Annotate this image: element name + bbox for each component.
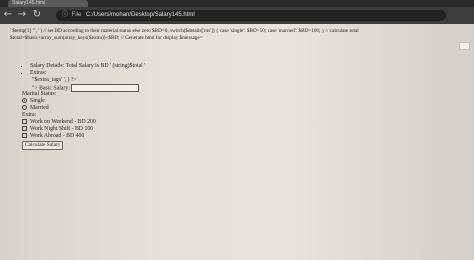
- abroad-checkbox[interactable]: [22, 133, 27, 139]
- php-source-text: ' $temp[1] "', ' ) // set BD according t…: [10, 28, 472, 42]
- tab-title: Salary145.html: [12, 0, 46, 6]
- code-line: ' $temp[1] "', ' ) // set BD according t…: [10, 28, 359, 34]
- basic-salary-input[interactable]: [70, 84, 139, 92]
- address-path: C:/Users/mohan/Desktop/Salary145.html: [86, 12, 195, 18]
- browser-toolbar: ← → ↻ ⓘ File C:/Users/mohan/Desktop/Sala…: [0, 7, 474, 24]
- extra-night-option[interactable]: Work Night Shift - BD 100: [22, 126, 322, 133]
- basic-salary-row: "> Basic Salary:: [22, 84, 322, 92]
- extra-option-label: Work Abroad - BD 400: [30, 133, 85, 139]
- single-label: Single: [30, 98, 45, 104]
- info-icon[interactable]: ⓘ: [60, 10, 70, 21]
- salary-details-item: Salary Details: Total Salary is BD ' (st…: [30, 63, 322, 70]
- extra-abroad-option[interactable]: Work Abroad - BD 400: [22, 133, 322, 140]
- browser-tab[interactable]: Salary145.html: [8, 0, 88, 7]
- single-radio[interactable]: [22, 98, 27, 104]
- salary-form: Salary Details: Total Salary is BD ' (st…: [22, 63, 322, 150]
- married-label: Married: [30, 105, 49, 111]
- extra-option-label: Work on Weekend - BD 200: [30, 119, 96, 125]
- code-line: $total=$basic+array_sum(array_keys($extr…: [10, 35, 203, 41]
- address-scheme: File: [71, 12, 82, 18]
- extra-option-label: Work Night Shift - BD 100: [30, 126, 94, 132]
- forward-icon[interactable]: →: [16, 9, 28, 21]
- married-option[interactable]: Married: [22, 105, 322, 112]
- page-content: ' $temp[1] "', ' ) // set BD according t…: [0, 24, 474, 260]
- extras-value: "$extra_tags' ', ) ?>: [32, 77, 77, 83]
- married-radio[interactable]: [22, 105, 27, 111]
- extra-label: Extra:: [22, 112, 37, 118]
- weekend-checkbox[interactable]: [22, 119, 27, 125]
- tab-strip: Salary145.html: [0, 0, 474, 7]
- marital-status-label: Marital Status:: [22, 91, 57, 97]
- extras-item: Extras:: [30, 70, 322, 77]
- night-shift-checkbox[interactable]: [22, 126, 27, 132]
- scroll-widget[interactable]: [459, 42, 470, 50]
- address-bar[interactable]: ⓘ File C:/Users/mohan/Desktop/Salary145.…: [56, 10, 446, 21]
- single-option[interactable]: Single: [22, 98, 322, 105]
- reload-icon[interactable]: ↻: [31, 9, 43, 21]
- back-icon[interactable]: ←: [2, 9, 14, 21]
- calculate-salary-button[interactable]: Calculate Salary: [22, 141, 64, 150]
- extra-weekend-option[interactable]: Work on Weekend - BD 200: [22, 119, 322, 126]
